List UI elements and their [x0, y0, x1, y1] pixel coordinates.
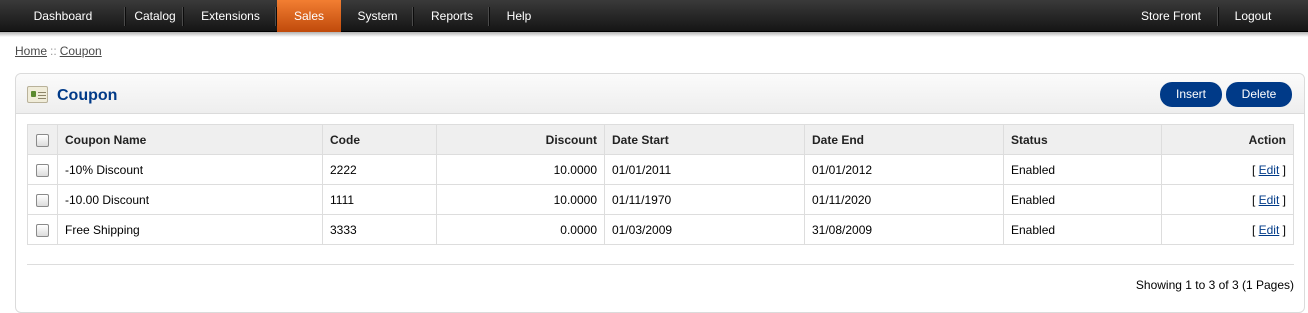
table-row: -10% Discount 2222 10.0000 01/01/2011 01… — [27, 154, 1294, 185]
cell-coupon-name: -10% Discount — [57, 154, 323, 185]
menu-system-label: System — [357, 9, 398, 23]
cell-date-end: 01/11/2020 — [804, 184, 1004, 215]
col-header-date-end[interactable]: Date End — [804, 124, 1004, 155]
cell-code: 3333 — [322, 214, 437, 245]
cell-discount: 0.0000 — [436, 214, 605, 245]
insert-button[interactable]: Insert — [1160, 82, 1222, 107]
cell-status: Enabled — [1003, 154, 1162, 185]
menu-sales[interactable]: Sales — [277, 0, 341, 32]
col-header-status[interactable]: Status — [1003, 124, 1162, 155]
menu-reports[interactable]: Reports — [414, 0, 490, 32]
col-header-date-start[interactable]: Date Start — [604, 124, 805, 155]
menu-reports-label: Reports — [430, 9, 474, 23]
action-bracket-open: [ — [1251, 192, 1256, 207]
menu-help[interactable]: Help — [490, 0, 548, 32]
menu-dashboard[interactable]: Dashboard — [0, 0, 126, 32]
breadcrumb-coupon-link[interactable]: Coupon — [60, 44, 102, 58]
top-menu-bar: Dashboard Catalog Extensions Sales Syste… — [0, 0, 1308, 32]
row-checkbox[interactable] — [36, 223, 49, 237]
main-menu: Dashboard Catalog Extensions Sales Syste… — [0, 0, 548, 32]
cell-discount: 10.0000 — [436, 184, 605, 215]
row-checkbox[interactable] — [36, 163, 49, 177]
row-select-cell — [27, 154, 58, 185]
cell-action: [ Edit ] — [1161, 184, 1294, 215]
cell-coupon-name: Free Shipping — [57, 214, 323, 245]
col-header-code[interactable]: Code — [322, 124, 437, 155]
action-bracket-close: ] — [1282, 222, 1286, 237]
menu-extensions[interactable]: Extensions — [184, 0, 277, 32]
action-bracket-open: [ — [1251, 162, 1256, 177]
menu-sales-label: Sales — [293, 9, 325, 23]
menu-logout-label: Logout — [1234, 9, 1272, 23]
cell-discount: 10.0000 — [436, 154, 605, 185]
cell-code: 2222 — [322, 154, 437, 185]
breadcrumb-home-link[interactable]: Home — [15, 44, 47, 58]
menu-catalog[interactable]: Catalog — [126, 0, 184, 32]
breadcrumb-separator: :: — [50, 44, 57, 58]
cell-date-start: 01/03/2009 — [604, 214, 805, 245]
pagination-results: Showing 1 to 3 of 3 (1 Pages) — [1135, 278, 1294, 292]
cell-action: [ Edit ] — [1161, 214, 1294, 245]
cell-action: [ Edit ] — [1161, 154, 1294, 185]
coupon-panel: Coupon Insert Delete Coupon Name Code Di… — [15, 73, 1305, 313]
menu-help-label: Help — [506, 9, 532, 23]
action-bracket-open: [ — [1251, 222, 1256, 237]
breadcrumb: Home:: Coupon — [15, 44, 102, 58]
menu-system[interactable]: System — [341, 0, 414, 32]
edit-link[interactable]: Edit — [1259, 193, 1280, 207]
menu-shadow — [0, 32, 1308, 37]
row-checkbox[interactable] — [36, 193, 49, 207]
cell-code: 1111 — [322, 184, 437, 215]
row-select-cell — [27, 214, 58, 245]
cell-date-end: 01/01/2012 — [804, 154, 1004, 185]
menu-dashboard-label: Dashboard — [33, 9, 93, 23]
cell-date-start: 01/01/2011 — [604, 154, 805, 185]
edit-link[interactable]: Edit — [1259, 223, 1280, 237]
edit-link[interactable]: Edit — [1259, 163, 1280, 177]
pagination: Showing 1 to 3 of 3 (1 Pages) — [27, 264, 1294, 292]
menu-store-front[interactable]: Store Front — [1123, 0, 1219, 32]
table-row: -10.00 Discount 1111 10.0000 01/11/1970 … — [27, 184, 1294, 215]
cell-date-start: 01/11/1970 — [604, 184, 805, 215]
table-header-row: Coupon Name Code Discount Date Start Dat… — [27, 124, 1294, 155]
cell-status: Enabled — [1003, 184, 1162, 215]
action-bracket-close: ] — [1282, 192, 1286, 207]
col-header-discount[interactable]: Discount — [436, 124, 605, 155]
col-header-coupon-name[interactable]: Coupon Name — [57, 124, 323, 155]
cell-status: Enabled — [1003, 214, 1162, 245]
user-menu: Store Front Logout — [1123, 0, 1287, 32]
menu-store-front-label: Store Front — [1140, 9, 1202, 23]
select-all-cell — [27, 124, 58, 155]
action-bracket-close: ] — [1282, 162, 1286, 177]
cell-coupon-name: -10.00 Discount — [57, 184, 323, 215]
row-select-cell — [27, 184, 58, 215]
table-row: Free Shipping 3333 0.0000 01/03/2009 31/… — [27, 214, 1294, 245]
coupon-icon — [27, 86, 48, 103]
menu-extensions-label: Extensions — [201, 9, 260, 23]
select-all-checkbox[interactable] — [36, 133, 49, 147]
menu-catalog-label: Catalog — [134, 9, 176, 23]
delete-button[interactable]: Delete — [1226, 82, 1292, 107]
cell-date-end: 31/08/2009 — [804, 214, 1004, 245]
coupon-table: Coupon Name Code Discount Date Start Dat… — [27, 124, 1294, 245]
menu-logout[interactable]: Logout — [1219, 0, 1287, 32]
col-header-action: Action — [1161, 124, 1294, 155]
panel-heading: Coupon Insert Delete — [16, 74, 1304, 114]
page-title: Coupon — [57, 87, 118, 104]
